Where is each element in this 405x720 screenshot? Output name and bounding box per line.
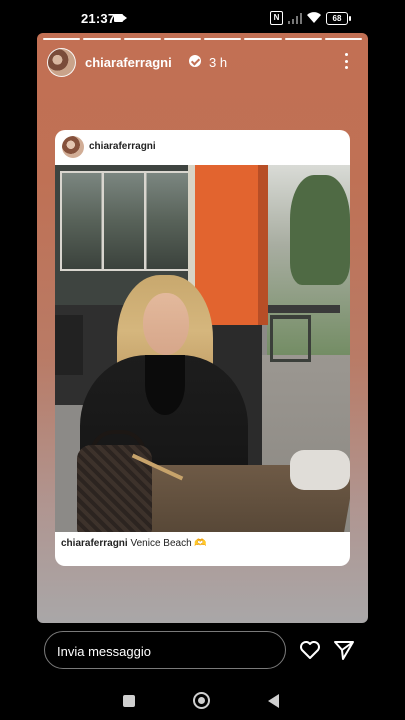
clock: 21:37 [81, 11, 116, 26]
photo-person-leg [290, 450, 350, 490]
photo-cushion [55, 315, 83, 375]
progress-segment [83, 38, 121, 40]
system-nav-bar [0, 680, 405, 720]
post-header: chiaraferragni [55, 130, 350, 165]
post-caption: chiaraferragni Venice Beach 🫶 [61, 538, 207, 549]
post-avatar [62, 136, 84, 158]
progress-segment [123, 38, 161, 40]
photo-tree [290, 175, 350, 285]
shared-post-card[interactable]: chiaraferragni chiaraferragni Venice Bea… [55, 130, 350, 566]
photo-orange-wall [195, 165, 267, 325]
home-button[interactable] [193, 692, 210, 709]
photo-window-frame [60, 171, 192, 271]
story-viewer[interactable]: chiaraferragni 3 h chiaraferragni chiara… [37, 33, 368, 623]
message-input-placeholder: Invia messaggio [57, 644, 151, 659]
progress-segment [284, 38, 322, 40]
signal-icon [288, 12, 304, 24]
recent-apps-button[interactable] [123, 695, 135, 707]
progress-segment [43, 38, 81, 40]
photo-person-collar [145, 355, 185, 415]
story-header: chiaraferragni 3 h [47, 48, 362, 78]
progress-segment [163, 38, 201, 40]
story-progress-bar [43, 38, 362, 40]
battery-indicator: 68 [326, 12, 351, 25]
wifi-icon [307, 12, 321, 23]
photo-person-face [143, 293, 189, 355]
send-icon[interactable] [332, 638, 356, 662]
story-username[interactable]: chiaraferragni [85, 55, 172, 70]
progress-segment [244, 38, 282, 40]
video-camera-icon [114, 14, 127, 22]
post-username: chiaraferragni [89, 141, 156, 152]
status-bar: 21:37 N 68 [0, 0, 405, 36]
story-timestamp: 3 h [209, 55, 228, 70]
caption-username: chiaraferragni [61, 538, 128, 549]
verified-badge-icon [189, 55, 201, 67]
caption-text: Venice Beach 🫶 [130, 538, 207, 549]
message-input[interactable]: Invia messaggio [44, 631, 286, 669]
heart-icon[interactable] [298, 638, 322, 662]
photo-orange-wall-shade [258, 165, 268, 325]
photo-chair [270, 315, 311, 362]
more-vertical-icon[interactable] [344, 53, 348, 69]
back-button[interactable] [268, 694, 279, 708]
nfc-icon: N [270, 11, 283, 25]
progress-segment [204, 38, 242, 40]
progress-segment-active [324, 38, 362, 40]
avatar[interactable] [47, 48, 76, 77]
post-photo [55, 165, 350, 532]
